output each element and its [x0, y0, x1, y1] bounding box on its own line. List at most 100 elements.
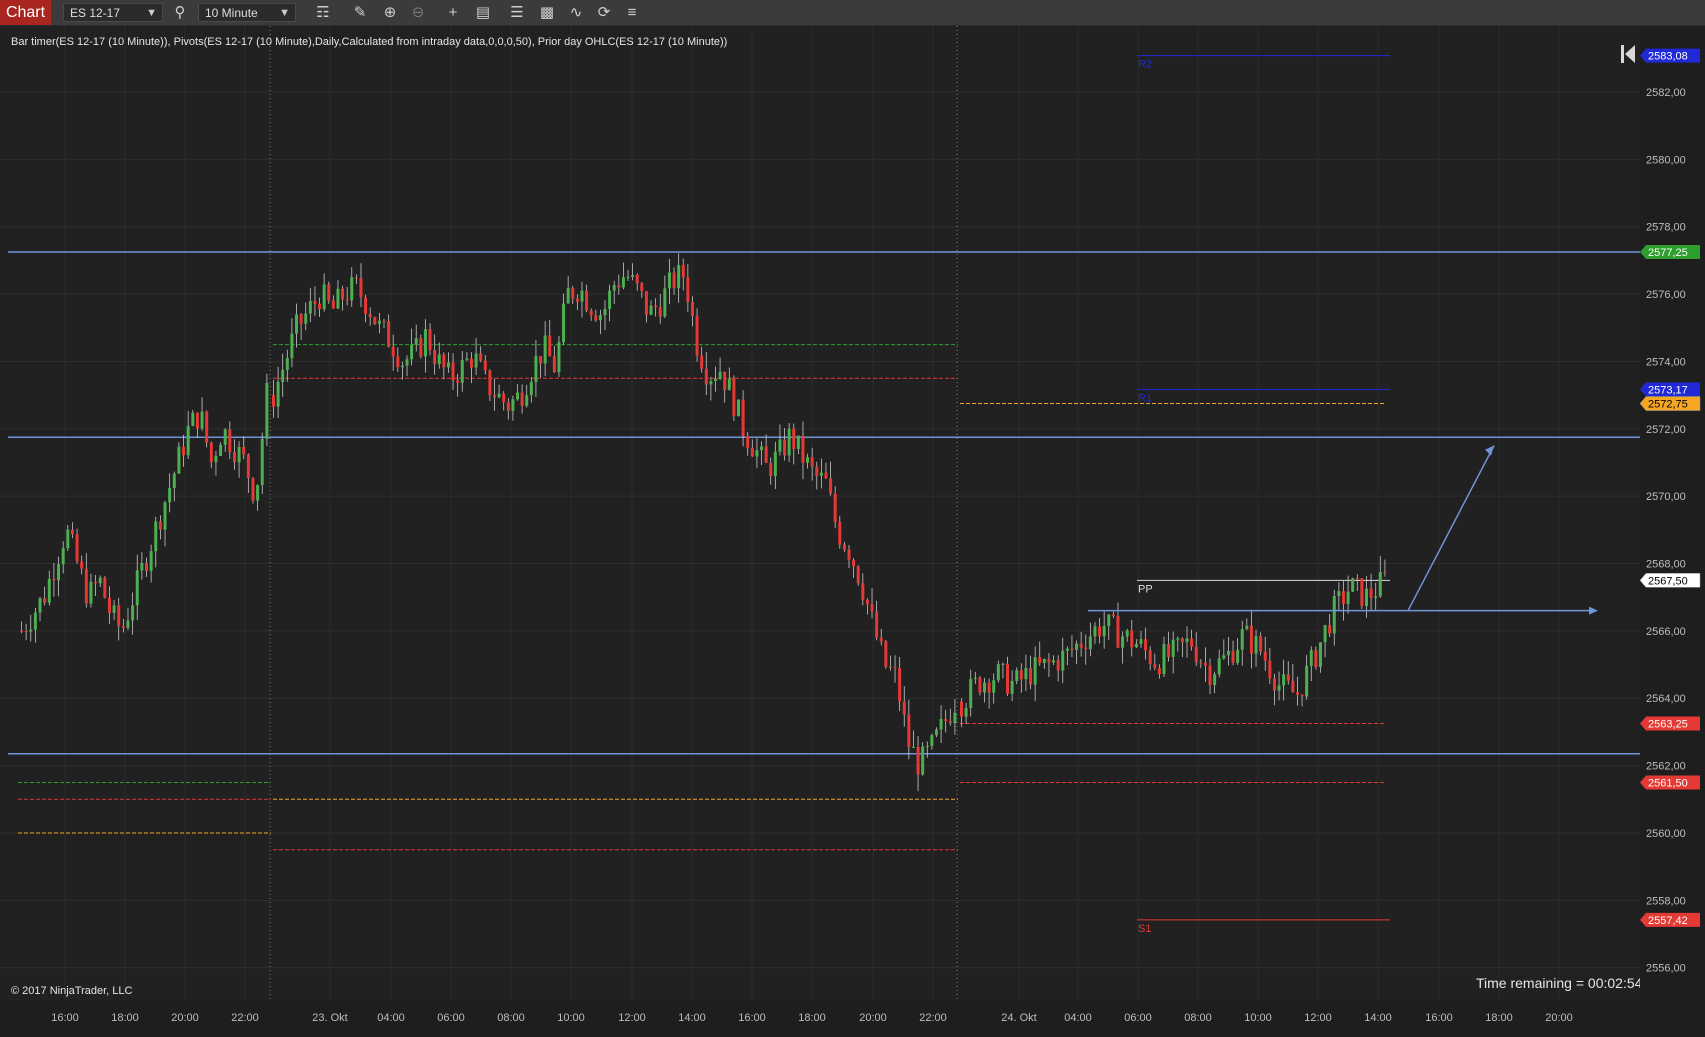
candle-body — [396, 356, 400, 368]
candle-body — [589, 310, 593, 316]
candle-body — [1029, 667, 1033, 685]
candle-body — [38, 598, 42, 613]
chart-plot-area[interactable]: R2 R1 PP S1 — [0, 26, 1640, 1001]
x-tick-label: 04:00 — [377, 1012, 405, 1024]
candle-body — [182, 446, 186, 456]
candle-body — [1015, 670, 1019, 682]
candle-body — [1121, 636, 1125, 648]
reload-icon[interactable]: ⟳ — [594, 3, 614, 22]
candle-body — [769, 462, 773, 477]
strategies-icon[interactable]: ∿ — [566, 3, 586, 22]
candle-body — [741, 399, 745, 437]
candle-body — [1277, 685, 1281, 691]
candle-body — [117, 605, 121, 627]
candle-body — [746, 436, 750, 448]
crosshair-icon[interactable]: + — [443, 3, 463, 22]
instrument-selector[interactable]: ES 12-17 ▼ — [63, 3, 163, 22]
candle-body — [377, 320, 381, 324]
zoom-out-icon[interactable]: ⊖ — [408, 3, 428, 22]
instrument-search-icon[interactable]: ⚲ — [170, 3, 190, 22]
candle-body — [893, 667, 897, 669]
candle-body — [214, 456, 218, 463]
candle-body — [594, 315, 598, 321]
candle-body — [1079, 643, 1083, 648]
candle-body — [796, 435, 800, 449]
candle-body — [973, 677, 977, 679]
candle-body — [1259, 636, 1263, 652]
candle-body — [135, 570, 139, 606]
chevron-down-icon: ▼ — [279, 7, 290, 19]
y-tick-label: 2572,00 — [1646, 424, 1686, 436]
candle-body — [474, 353, 478, 368]
candle-body — [1309, 650, 1313, 666]
candle-body — [787, 428, 791, 456]
candle-body — [856, 566, 860, 584]
candle-body — [304, 313, 308, 324]
candle-body — [552, 356, 556, 373]
candle-body — [506, 402, 510, 411]
candle-body — [219, 444, 223, 457]
candle-body — [585, 290, 589, 311]
chart-toolbar: Chart ES 12-17 ▼ ⚲ 10 Minute ▼ ☶ ✎ ⊕ ⊖ +… — [0, 0, 1705, 26]
candle-body — [1144, 639, 1148, 651]
candle-body — [1125, 630, 1129, 637]
candle-body — [387, 321, 391, 347]
time-axis[interactable]: 16:00 18:00 20:00 22:00 23. Okt 04:00 06:00 08:… — [0, 1001, 1640, 1032]
candle-body — [1134, 643, 1138, 648]
candle-body — [1167, 644, 1171, 657]
price-chart[interactable]: R2 R1 PP S1 — [0, 26, 1640, 1001]
candle-body — [1190, 638, 1194, 647]
candle-body — [140, 563, 144, 571]
bar-type-icon[interactable]: ☶ — [313, 3, 333, 22]
candle-body — [359, 278, 363, 298]
candle-body — [529, 382, 533, 396]
candle-body — [1295, 692, 1299, 695]
scroll-to-end-icon[interactable] — [1620, 43, 1638, 65]
candle-body — [1282, 674, 1286, 686]
data-box-icon[interactable]: ▤ — [473, 3, 493, 22]
candle-body — [663, 288, 667, 317]
pivot-label: S1 — [1138, 923, 1151, 935]
properties-icon[interactable]: ≡ — [622, 3, 642, 22]
candle-body — [755, 450, 759, 457]
zoom-in-icon[interactable]: ⊕ — [380, 3, 400, 22]
candle-body — [107, 597, 111, 613]
candle-body — [299, 314, 303, 324]
candle-body — [557, 342, 561, 373]
candle-body — [925, 746, 929, 748]
ray-arrowhead-icon — [1589, 606, 1598, 615]
candle-body — [1180, 638, 1184, 643]
candle-body — [341, 288, 345, 300]
candle-body — [256, 484, 260, 501]
price-axis[interactable]: 2582,00 2580,00 2578,00 2576,00 2574,00 2572,… — [1639, 26, 1705, 1001]
candle-body — [847, 549, 851, 560]
candle-body — [281, 369, 285, 382]
interval-selector[interactable]: 10 Minute ▼ — [198, 3, 296, 22]
candle-body — [43, 598, 47, 603]
candle-body — [608, 290, 612, 309]
indicators-icon[interactable]: ▩ — [537, 3, 557, 22]
y-tick-label: 2568,00 — [1646, 559, 1686, 571]
candle-body — [819, 472, 823, 476]
x-tick-label: 22:00 — [919, 1012, 947, 1024]
candle-body — [621, 277, 625, 288]
candle-body — [1203, 662, 1207, 666]
candle-body — [469, 358, 473, 368]
candle-body — [783, 439, 787, 456]
candle-body — [672, 272, 676, 289]
candle-body — [888, 666, 892, 668]
candle-body — [1263, 651, 1267, 661]
candle-body — [460, 359, 464, 383]
drawing-tool-icon[interactable]: ✎ — [350, 3, 370, 22]
candle-body — [1065, 648, 1069, 651]
chart-style-icon[interactable]: ☰ — [507, 3, 527, 22]
candle-body — [89, 581, 93, 604]
candle-body — [1157, 667, 1161, 675]
y-tick-label: 2566,00 — [1646, 626, 1686, 638]
candle-body — [695, 315, 699, 356]
candle-body — [566, 288, 570, 304]
candle-body — [1001, 663, 1005, 665]
candle-body — [838, 521, 842, 545]
candle-body — [80, 561, 84, 569]
chart-tab[interactable]: Chart — [0, 0, 51, 25]
